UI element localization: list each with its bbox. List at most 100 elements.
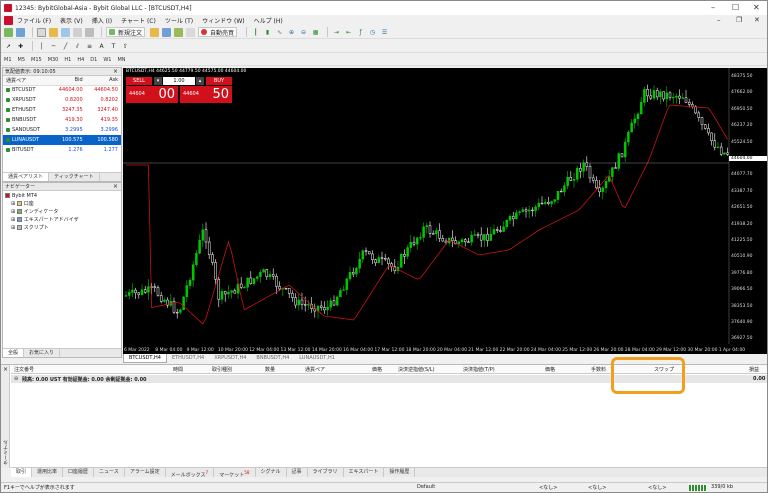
tab-market[interactable]: マーケット58 [214, 468, 256, 479]
menu-help[interactable]: ヘルプ (H) [254, 16, 283, 25]
zoom-in-icon[interactable]: ⊕ [287, 28, 296, 37]
column-tp[interactable]: 決済指値(T/P) [463, 366, 495, 373]
market-watch-row[interactable]: XRPUSDT 0.8200 0.8202 [3, 95, 121, 105]
column-header-ask[interactable]: Ask [85, 76, 121, 86]
tab-account-history[interactable]: 口座履歴 [63, 468, 95, 477]
vertical-line-icon[interactable]: │ [37, 42, 46, 51]
indicators-icon[interactable]: ƒ [356, 28, 365, 37]
mdi-close-button[interactable]: ✕ [754, 16, 760, 24]
tab-journal[interactable]: 操作履歴 [384, 468, 416, 477]
buy-button[interactable]: BUY [206, 77, 232, 85]
timeframe-h4[interactable]: H4 [77, 57, 84, 63]
tab-articles[interactable]: 記事 [287, 468, 308, 477]
chart-tab-ethusdt[interactable]: ETHUSDT,H4 [167, 354, 209, 363]
sell-button[interactable]: SELL [126, 77, 152, 85]
text-label-icon[interactable]: T [109, 42, 118, 51]
lot-down-button[interactable]: ▾ [154, 77, 162, 85]
column-commission[interactable]: 手数料 [591, 366, 606, 373]
timeframe-h1[interactable]: H1 [64, 57, 71, 63]
tab-alerts[interactable]: アラーム設定 [125, 468, 166, 477]
market-watch-row[interactable]: BNBUSDT 419.30 419.35 [3, 115, 121, 125]
buy-price-button[interactable]: 44604 50 [180, 86, 232, 103]
close-icon[interactable]: × [3, 366, 8, 373]
line-chart-icon[interactable]: ∿ [275, 28, 284, 37]
tester-icon[interactable] [85, 27, 94, 37]
close-button[interactable]: ✕ [753, 3, 760, 12]
column-volume[interactable]: 数量 [265, 366, 275, 373]
vps-icon[interactable] [186, 27, 196, 37]
tab-news[interactable]: ニュース [94, 468, 125, 477]
price-chart[interactable] [123, 68, 767, 354]
column-price[interactable]: 価格 [372, 366, 382, 373]
chart-tab-lunausdt[interactable]: LUNAUSDT,H1 [294, 354, 340, 363]
periods-icon[interactable]: ◷ [368, 28, 377, 37]
tab-tick-chart[interactable]: ティックチャート [49, 173, 100, 181]
menu-file[interactable]: ファイル (F) [17, 16, 51, 25]
chart-window[interactable]: BTCUSDT,H4 44625.50 44779.50 44575.00 44… [123, 68, 767, 354]
close-icon[interactable]: × [113, 68, 118, 76]
market-watch-icon[interactable] [37, 27, 46, 37]
horizontal-line-icon[interactable]: ─ [49, 42, 58, 51]
chart-tab-xrpusdt[interactable]: XRPUSDT,H4 [209, 354, 251, 363]
column-header-symbol[interactable]: 通貨ペア [3, 76, 51, 86]
equidistant-channel-icon[interactable]: ⫽ [73, 42, 82, 51]
market-watch-row[interactable]: LUNAUSDT 100.575 100.580 [3, 135, 121, 145]
timeframe-m30[interactable]: M30 [48, 57, 59, 63]
tab-library[interactable]: ライブラリ [308, 468, 344, 477]
tree-item-accounts[interactable]: ⊞ 口座 [5, 200, 119, 208]
column-order[interactable]: 注文番号 [14, 366, 34, 373]
trend-line-icon[interactable]: ╱ [61, 42, 70, 51]
bar-chart-icon[interactable]: ┃ [251, 28, 260, 37]
tile-windows-icon[interactable]: ▦ [311, 28, 320, 37]
arrows-icon[interactable]: ⇧ [121, 42, 130, 51]
tab-signals[interactable]: シグナル [256, 468, 287, 477]
profiles-icon[interactable] [16, 27, 25, 37]
column-time[interactable]: 時間 [173, 366, 183, 373]
mdi-minimize-button[interactable]: – [717, 16, 721, 24]
auto-trading-button[interactable]: 自動売買 [198, 27, 238, 37]
menu-insert[interactable]: 挿入 (I) [92, 16, 112, 25]
minimize-button[interactable]: – [711, 3, 715, 12]
column-profit[interactable]: 損益 [749, 366, 759, 373]
maximize-button[interactable]: ☐ [732, 3, 739, 12]
autoscroll-icon[interactable]: ⇥ [332, 28, 341, 37]
tab-trade[interactable]: 取引 [11, 468, 33, 477]
cursor-icon[interactable]: ➚ [4, 42, 13, 51]
tab-experts[interactable]: エキスパート [344, 468, 385, 477]
chart-shift-icon[interactable]: ⇤ [344, 28, 353, 37]
market-watch-row[interactable]: SANDUSDT 3.2995 3.2996 [3, 125, 121, 135]
text-icon[interactable]: A [97, 42, 106, 51]
close-icon[interactable]: × [113, 183, 118, 191]
tree-item-experts[interactable]: ⊞ エキスパートアドバイザ [5, 216, 119, 224]
tree-item-indicators[interactable]: ⊞ インディケータ [5, 208, 119, 216]
tab-favorites[interactable]: お気に入り [24, 349, 61, 357]
column-header-bid[interactable]: Bid [50, 76, 86, 86]
menu-view[interactable]: 表示 (V) [60, 16, 83, 25]
data-window-icon[interactable] [49, 27, 58, 37]
fibonacci-icon[interactable]: ≡ [85, 42, 94, 51]
column-sl[interactable]: 決済逆指値(S/L) [398, 366, 435, 373]
terminal-icon[interactable] [73, 27, 82, 37]
tree-root[interactable]: Bybit MT4 [5, 192, 119, 200]
timeframe-w1[interactable]: W1 [103, 57, 111, 63]
tab-common[interactable]: 全般 [3, 349, 25, 357]
mdi-restore-button[interactable]: ❐ [736, 16, 742, 24]
tab-exposure[interactable]: 運用比率 [32, 468, 64, 477]
market-watch-row[interactable]: BITUSDT 1.276 1.277 [3, 145, 121, 155]
menu-window[interactable]: ウィンドウ (W) [202, 16, 245, 25]
lot-up-button[interactable]: ▴ [196, 77, 204, 85]
chart-tab-bnbusdt[interactable]: BNBUSDT,H4 [251, 354, 294, 363]
metaeditor-icon[interactable] [150, 27, 160, 37]
column-close-price[interactable]: 価格 [545, 366, 555, 373]
navigator-icon[interactable] [61, 27, 70, 37]
signals-icon[interactable] [162, 27, 172, 37]
market-icon[interactable] [174, 27, 184, 37]
zoom-out-icon[interactable]: ⊖ [299, 28, 308, 37]
timeframe-m15[interactable]: M15 [31, 57, 42, 63]
column-type[interactable]: 取引種別 [212, 366, 232, 373]
column-symbol[interactable]: 通貨ペア [305, 366, 325, 373]
market-watch-row[interactable]: BTCUSDT 44604.00 44604.50 [3, 85, 121, 95]
timeframe-m5[interactable]: M5 [18, 57, 26, 63]
lot-size-input[interactable]: 1.00 [163, 77, 195, 85]
menu-chart[interactable]: チャート (C) [121, 16, 156, 25]
